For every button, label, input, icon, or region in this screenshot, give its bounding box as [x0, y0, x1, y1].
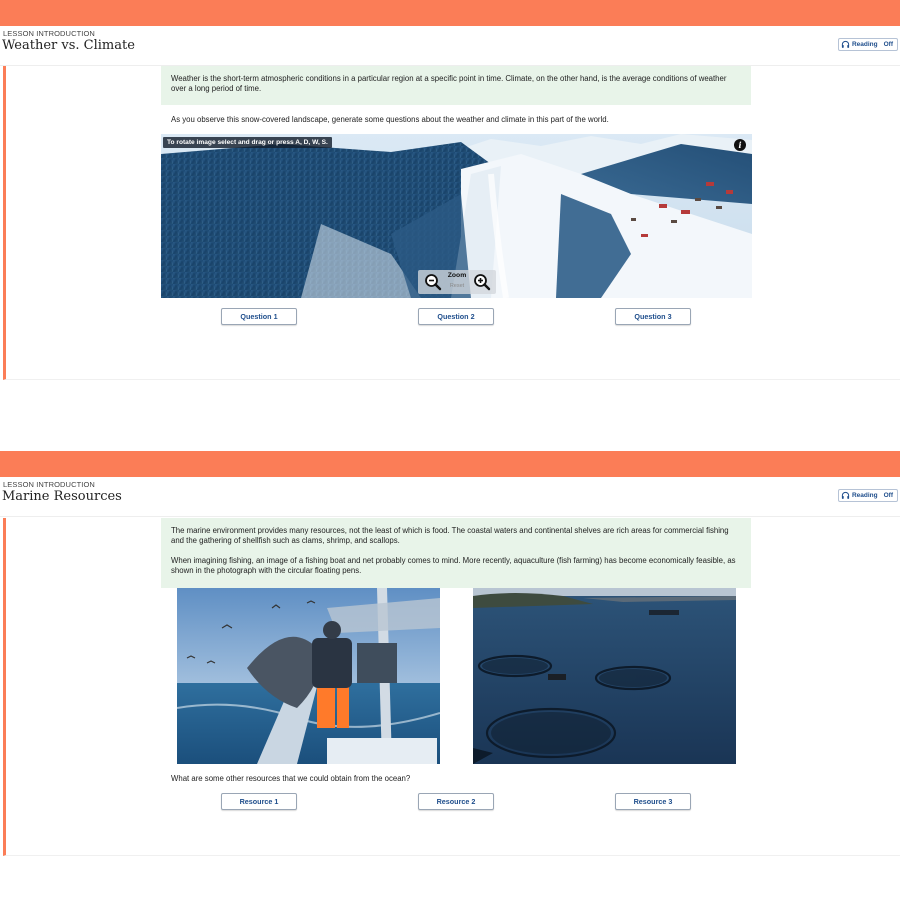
info-icon[interactable]: i	[734, 139, 746, 151]
aquaculture-pens-photo	[473, 588, 736, 764]
reading-state: Off	[883, 41, 893, 48]
prompt-text: As you observe this snow-covered landsca…	[171, 115, 609, 124]
prompt-text: What are some other resources that we co…	[171, 774, 411, 783]
resource-2-button[interactable]: Resource 2	[418, 793, 494, 810]
lesson-kicker: LESSON INTRODUCTION	[3, 480, 95, 489]
reading-toggle-button[interactable]: Reading Off	[837, 489, 898, 502]
rotate-instruction: To rotate image select and drag or press…	[163, 137, 332, 148]
callout-paragraph: When imagining fishing, an image of a fi…	[171, 555, 736, 576]
headphones-icon	[841, 491, 850, 499]
lesson-kicker: LESSON INTRODUCTION	[3, 29, 95, 38]
question-3-button[interactable]: Question 3	[615, 308, 691, 325]
resource-1-button[interactable]: Resource 1	[221, 793, 297, 810]
reading-label: Reading	[851, 41, 878, 48]
resource-3-button[interactable]: Resource 3	[615, 793, 691, 810]
panorama-viewer[interactable]: To rotate image select and drag or press…	[161, 134, 752, 298]
reading-state: Off	[883, 492, 893, 499]
lesson-content: Weather is the short-term atmospheric co…	[3, 66, 900, 380]
lesson-title: Marine Resources	[2, 489, 122, 504]
lesson-header: LESSON INTRODUCTION Weather vs. Climate …	[0, 26, 900, 66]
lesson-title: Weather vs. Climate	[2, 38, 135, 53]
zoom-reset[interactable]: Reset	[446, 283, 468, 289]
lesson-header: LESSON INTRODUCTION Marine Resources Rea…	[0, 477, 900, 517]
lesson-top-bar	[0, 0, 900, 26]
fishing-boat-photo	[177, 588, 440, 764]
reading-label: Reading	[851, 492, 878, 499]
lesson-content: The marine environment provides many res…	[3, 518, 900, 856]
intro-callout: The marine environment provides many res…	[161, 518, 751, 588]
callout-paragraph: Weather is the short-term atmospheric co…	[171, 74, 727, 94]
reading-toggle-button[interactable]: Reading Off	[837, 38, 898, 51]
zoom-label: Zoom	[447, 272, 467, 279]
question-1-button[interactable]: Question 1	[221, 308, 297, 325]
lesson-weather-climate: LESSON INTRODUCTION Weather vs. Climate …	[0, 0, 900, 430]
headphones-icon	[841, 40, 850, 48]
callout-paragraph: The marine environment provides many res…	[171, 526, 729, 546]
zoom-out-icon[interactable]	[424, 273, 442, 291]
lesson-marine-resources: LESSON INTRODUCTION Marine Resources Rea…	[0, 451, 900, 899]
zoom-controls: Zoom Reset	[418, 270, 496, 294]
intro-callout: Weather is the short-term atmospheric co…	[161, 66, 751, 105]
zoom-in-icon[interactable]	[473, 273, 491, 291]
lesson-top-bar	[0, 451, 900, 477]
question-2-button[interactable]: Question 2	[418, 308, 494, 325]
